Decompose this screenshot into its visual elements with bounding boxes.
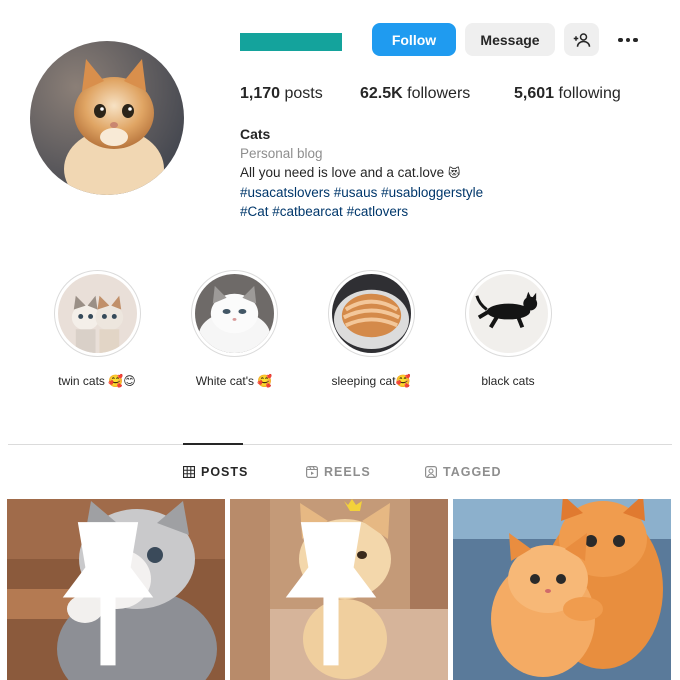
bio-hashtags-line-2[interactable]: #Cat #catbearcat #catlovers bbox=[240, 202, 483, 221]
grid-icon bbox=[183, 466, 195, 478]
white-cat-image bbox=[194, 274, 274, 353]
highlight-white-cats[interactable]: White cat's 🥰 bbox=[174, 270, 294, 388]
highlight-black-cats[interactable]: black cats bbox=[448, 270, 568, 388]
pinned-icon bbox=[285, 522, 377, 666]
highlight-label: black cats bbox=[481, 374, 535, 388]
add-user-icon bbox=[573, 32, 590, 47]
tab-tagged[interactable]: TAGGED bbox=[425, 465, 502, 479]
profile-name: Cats bbox=[240, 126, 271, 142]
suggested-users-button[interactable] bbox=[564, 23, 599, 56]
follow-button[interactable]: Follow bbox=[372, 23, 456, 56]
highlight-label: twin cats bbox=[58, 374, 105, 388]
pinned-icon bbox=[62, 522, 154, 666]
profile-category: Personal blog bbox=[240, 146, 323, 161]
sleeping-cat-image bbox=[331, 274, 411, 353]
active-tab-indicator bbox=[183, 443, 243, 445]
twin-cats-image bbox=[57, 274, 137, 353]
highlight-sleeping-cat[interactable]: sleeping cat🥰 bbox=[311, 270, 431, 388]
posts-count: 1,170 posts bbox=[240, 85, 323, 102]
bio-text: All you need is love and a cat.love 😻 bbox=[240, 165, 461, 180]
tab-label: TAGGED bbox=[443, 465, 502, 479]
black-cat-image bbox=[468, 274, 548, 353]
tab-label: POSTS bbox=[201, 465, 249, 479]
profile-avatar[interactable] bbox=[30, 41, 184, 195]
highlight-label: White cat's bbox=[195, 374, 254, 388]
kitten-avatar-image bbox=[30, 41, 184, 195]
tab-label: REELS bbox=[324, 465, 371, 479]
tagged-icon bbox=[425, 466, 437, 478]
post-tile[interactable] bbox=[230, 499, 448, 680]
followers-link[interactable]: 62.5K followers bbox=[360, 85, 470, 103]
tab-posts[interactable]: POSTS bbox=[183, 465, 248, 479]
following-link[interactable]: 5,601 following bbox=[514, 85, 621, 103]
more-options-icon[interactable] bbox=[613, 30, 643, 50]
bio-hashtags-line-1[interactable]: #usacatslovers #usaus #usabloggerstyle bbox=[240, 183, 483, 202]
highlight-label: sleeping cat bbox=[331, 374, 396, 388]
tab-reels[interactable]: REELS bbox=[306, 465, 371, 479]
reels-icon bbox=[306, 466, 318, 478]
highlight-twin-cats[interactable]: twin cats 🥰😊 bbox=[37, 270, 157, 388]
post-tile[interactable] bbox=[7, 499, 225, 680]
two-ginger-kittens-hugging-image bbox=[453, 499, 671, 680]
message-button[interactable]: Message bbox=[465, 23, 555, 56]
tabs-divider bbox=[8, 444, 672, 445]
profile-bio: Cats Personal blog All you need is love … bbox=[240, 125, 483, 221]
post-tile[interactable] bbox=[453, 499, 671, 680]
username-redacted bbox=[240, 33, 342, 51]
